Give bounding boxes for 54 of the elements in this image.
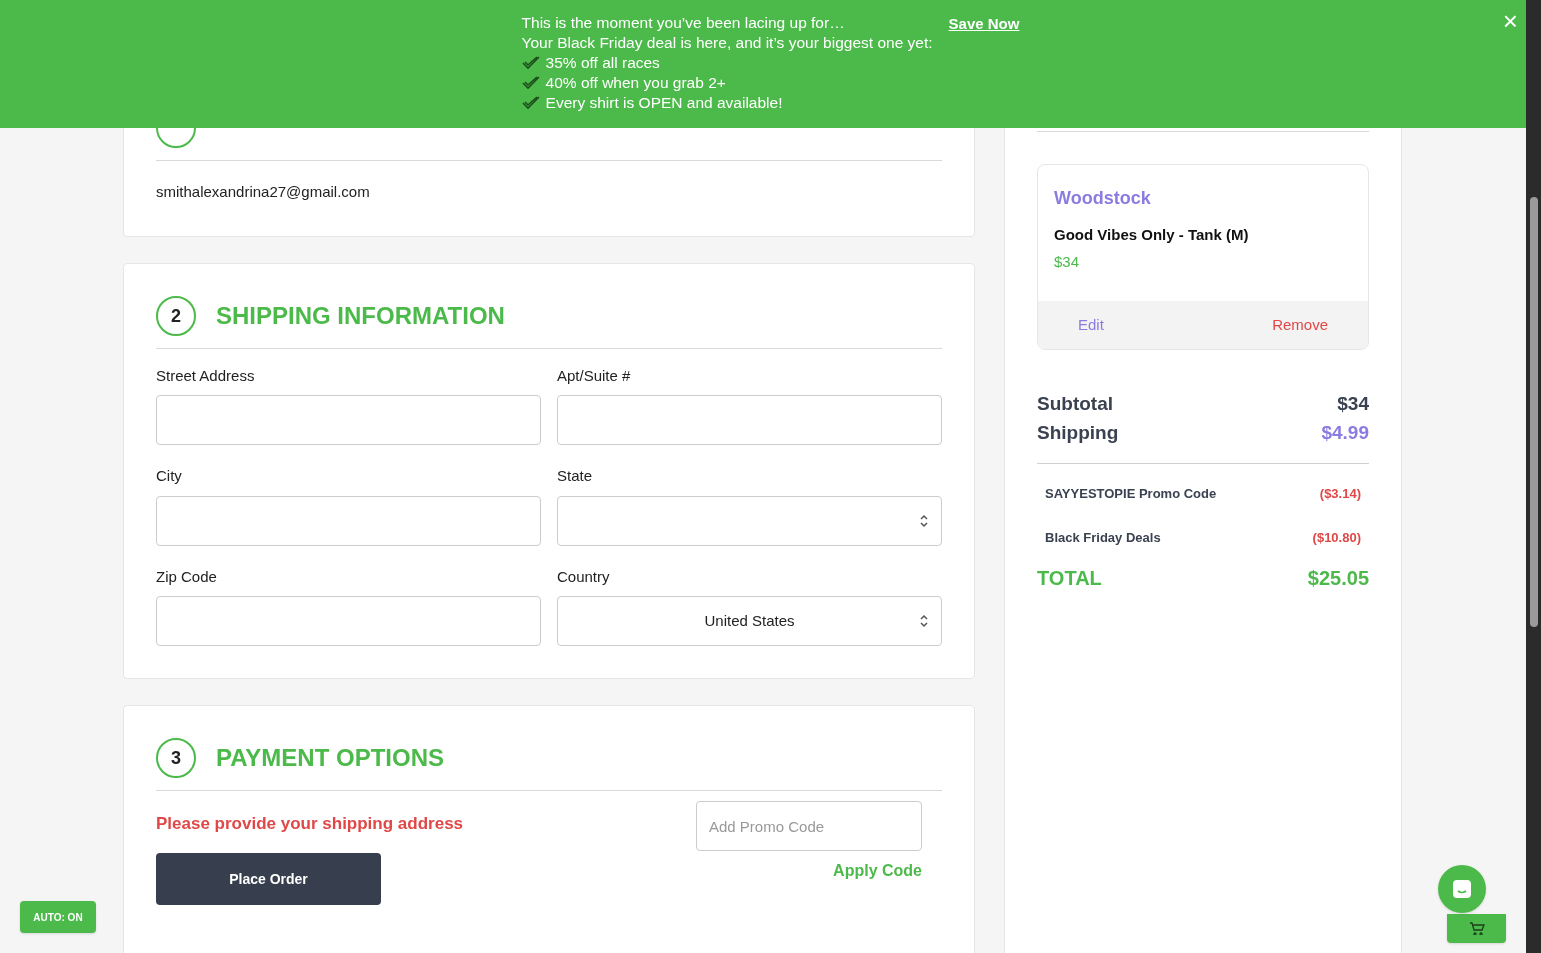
- discount-value: ($10.80): [1312, 528, 1361, 547]
- banner-text: This is the moment you’ve been lacing up for…: [521, 13, 846, 33]
- input-field[interactable]: [156, 495, 541, 546]
- select-field[interactable]: [557, 495, 942, 546]
- select-field[interactable]: United States: [557, 596, 942, 646]
- discount-label: SAYYESTOPIE Promo Code: [1045, 485, 1217, 503]
- field-label: City: [156, 466, 183, 486]
- subtotal-value: $34: [1337, 392, 1369, 416]
- error-message: Please provide your shipping address: [156, 813, 464, 835]
- product-price: $34: [1054, 251, 1081, 272]
- check-icon: [521, 96, 540, 110]
- product-name: Good Vibes Only - Tank (M): [1054, 225, 1250, 245]
- chat-icon: [1451, 878, 1473, 900]
- event-name: Woodstock: [1054, 187, 1152, 210]
- chat-button[interactable]: [1438, 865, 1486, 913]
- input-field[interactable]: [557, 395, 942, 445]
- section-title: PAYMENT OPTIONS: [216, 743, 445, 773]
- total-value: $25.05: [1307, 566, 1369, 591]
- auto-toggle-button[interactable]: AUTO: ON: [20, 901, 96, 933]
- check-icon: [521, 76, 540, 90]
- step-number: 2: [156, 295, 196, 336]
- total-label: TOTAL: [1037, 566, 1102, 591]
- cart-button[interactable]: [1447, 914, 1506, 943]
- perk-text: Every shirt is OPEN and available!: [545, 93, 783, 113]
- cart-icon: [1468, 921, 1485, 935]
- field-label: Apt/Suite #: [557, 365, 632, 386]
- field-label: Country: [557, 566, 611, 587]
- field-label: State: [557, 466, 594, 486]
- chevron-icon: [919, 613, 929, 629]
- promo-code-field[interactable]: Add Promo Code: [696, 801, 922, 851]
- shipping-value: $4.99: [1321, 420, 1369, 445]
- edit-link[interactable]: Edit: [1078, 313, 1104, 337]
- place-order-button[interactable]: Place Order: [156, 852, 381, 905]
- field-label: Zip Code: [156, 566, 218, 587]
- section-title: SHIPPING INFORMATION: [216, 300, 505, 331]
- step-number: 3: [156, 738, 196, 778]
- subtotal-label: Subtotal: [1037, 392, 1113, 416]
- field-label: Street Address: [156, 365, 256, 386]
- banner-text: Your Black Friday deal is here, and it’s your biggest one yet:: [521, 33, 933, 53]
- remove-link[interactable]: Remove: [1272, 313, 1328, 337]
- discount-value: ($3.14): [1319, 485, 1361, 503]
- input-field[interactable]: [156, 596, 541, 646]
- perk-text: 40% off when you grab 2+: [545, 73, 726, 93]
- check-icon: [521, 56, 540, 70]
- apply-code-link[interactable]: Apply Code: [833, 859, 922, 883]
- save-now-link[interactable]: Save Now: [948, 13, 1020, 36]
- input-field[interactable]: [156, 395, 541, 445]
- email-text: smithalexandrina27@gmail.com: [156, 182, 371, 202]
- perk-text: 35% off all races: [545, 53, 660, 73]
- discount-label: Black Friday Deals: [1045, 528, 1161, 547]
- chevron-icon: [919, 512, 929, 529]
- close-button[interactable]: ×: [1502, 8, 1518, 34]
- scrollbar[interactable]: [1526, 0, 1541, 953]
- shipping-label: Shipping: [1037, 420, 1119, 445]
